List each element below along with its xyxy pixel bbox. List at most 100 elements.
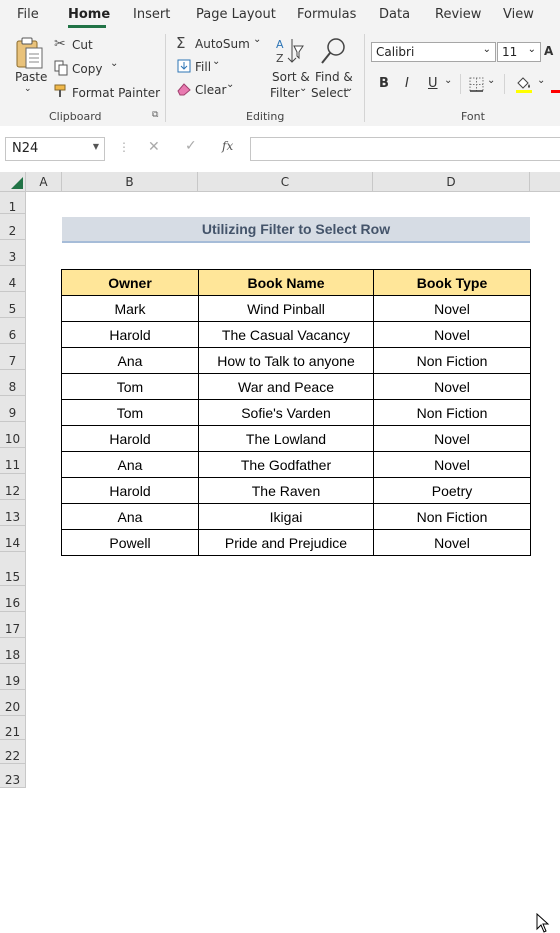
table-row: Ana Ikigai Non Fiction	[61, 503, 531, 530]
row-header[interactable]: 23	[0, 764, 26, 788]
row-header[interactable]: 21	[0, 716, 26, 740]
clipboard-dialog-launcher-icon[interactable]: ⧉	[152, 110, 158, 120]
column-header-b[interactable]: B	[62, 172, 198, 192]
row-header[interactable]: 10	[0, 422, 26, 448]
header-book-type[interactable]: Book Type	[373, 269, 531, 296]
owner-cell[interactable]: Harold	[61, 477, 199, 504]
book-type-cell[interactable]: Non Fiction	[373, 399, 531, 426]
row-header[interactable]: 6	[0, 318, 26, 344]
row-header[interactable]: 16	[0, 586, 26, 612]
select-all-triangle-icon	[11, 177, 23, 189]
book-name-cell[interactable]: War and Peace	[198, 373, 374, 400]
book-type-cell[interactable]: Novel	[373, 295, 531, 322]
header-book-name[interactable]: Book Name	[198, 269, 374, 296]
book-name-cell[interactable]: The Lowland	[198, 425, 374, 452]
paste-label: Paste	[15, 70, 48, 84]
book-type-cell[interactable]: Non Fiction	[373, 347, 531, 374]
header-owner[interactable]: Owner	[61, 269, 199, 296]
book-name-cell[interactable]: Sofie's Varden	[198, 399, 374, 426]
owner-cell[interactable]: Ana	[61, 451, 199, 478]
insert-function-button[interactable]: fx	[222, 139, 233, 153]
column-header-d[interactable]: D	[373, 172, 530, 192]
book-type-cell[interactable]: Non Fiction	[373, 503, 531, 530]
owner-cell[interactable]: Tom	[61, 373, 199, 400]
book-name-cell[interactable]: How to Talk to anyone	[198, 347, 374, 374]
book-type-cell[interactable]: Novel	[373, 373, 531, 400]
select-all-corner[interactable]	[0, 172, 26, 192]
owner-cell[interactable]: Harold	[61, 321, 199, 348]
borders-icon[interactable]	[469, 77, 484, 92]
tab-page-layout[interactable]: Page Layout	[196, 7, 276, 22]
tab-data[interactable]: Data	[379, 7, 410, 22]
fill-chevron-down-icon: ⌄	[212, 56, 221, 67]
book-type-cell[interactable]: Novel	[373, 529, 531, 556]
tab-view[interactable]: View	[503, 7, 534, 22]
font-color-icon[interactable]	[551, 74, 560, 94]
fill-down-icon	[177, 59, 191, 73]
tab-formulas[interactable]: Formulas	[297, 7, 356, 22]
row-header[interactable]: 17	[0, 612, 26, 638]
fill-color-icon[interactable]	[514, 74, 534, 94]
book-name-cell[interactable]: The Raven	[198, 477, 374, 504]
formula-input[interactable]	[250, 137, 560, 161]
tab-insert[interactable]: Insert	[133, 7, 170, 22]
underline-button[interactable]: U	[428, 76, 438, 91]
owner-cell[interactable]: Ana	[61, 503, 199, 530]
row-header[interactable]: 5	[0, 292, 26, 318]
book-type-cell[interactable]: Poetry	[373, 477, 531, 504]
book-type-cell[interactable]: Novel	[373, 425, 531, 452]
enter-check-icon[interactable]: ✓	[185, 138, 197, 154]
table-row: Harold The Casual Vacancy Novel	[61, 321, 531, 348]
row-header[interactable]: 1	[0, 192, 26, 214]
owner-cell[interactable]: Powell	[61, 529, 199, 556]
tab-home[interactable]: Home	[68, 7, 110, 22]
book-name-cell[interactable]: Pride and Prejudice	[198, 529, 374, 556]
row-header[interactable]: 7	[0, 344, 26, 370]
row-header[interactable]: 13	[0, 500, 26, 526]
fill-label: Fill	[195, 60, 212, 74]
owner-cell[interactable]: Tom	[61, 399, 199, 426]
row-header[interactable]: 8	[0, 370, 26, 396]
book-name-cell[interactable]: The Godfather	[198, 451, 374, 478]
column-header-a[interactable]: A	[26, 172, 62, 192]
tab-file[interactable]: File	[17, 7, 39, 22]
row-header[interactable]: 2	[0, 214, 26, 240]
sheet-title[interactable]: Utilizing Filter to Select Row	[62, 217, 530, 243]
row-header[interactable]: 19	[0, 664, 26, 690]
row-header[interactable]: 18	[0, 638, 26, 664]
row-header[interactable]: 15	[0, 552, 26, 586]
column-header-e[interactable]	[530, 172, 560, 192]
magnifier-icon	[321, 38, 345, 64]
row-header[interactable]: 12	[0, 474, 26, 500]
owner-cell[interactable]: Mark	[61, 295, 199, 322]
book-name-cell[interactable]: The Casual Vacancy	[198, 321, 374, 348]
row-header[interactable]: 9	[0, 396, 26, 422]
bold-button[interactable]: B	[379, 76, 389, 91]
underline-chevron-down-icon: ⌄	[444, 75, 453, 86]
row-header[interactable]: 3	[0, 240, 26, 266]
row-header[interactable]: 22	[0, 740, 26, 764]
font-name-select[interactable]: Calibri ⌄	[371, 42, 496, 62]
cancel-icon[interactable]: ✕	[148, 139, 160, 155]
row-header[interactable]: 4	[0, 266, 26, 292]
book-type-cell[interactable]: Novel	[373, 451, 531, 478]
ribbon: Paste ⌄ ✂ Cut Copy ⌄ Format Painter Clip…	[0, 30, 560, 127]
owner-cell[interactable]: Harold	[61, 425, 199, 452]
font-size-select[interactable]: 11 ⌄	[497, 42, 541, 62]
row-header[interactable]: 14	[0, 526, 26, 552]
italic-button[interactable]: I	[405, 76, 409, 91]
book-name-cell[interactable]: Ikigai	[198, 503, 374, 530]
increase-font-size-icon[interactable]: A	[544, 44, 553, 58]
tab-review[interactable]: Review	[435, 7, 481, 22]
book-table: Owner Book Name Book Type Mark Wind Pinba…	[61, 269, 531, 556]
column-header-c[interactable]: C	[198, 172, 373, 192]
row-header[interactable]: 20	[0, 690, 26, 716]
row-header[interactable]: 11	[0, 448, 26, 474]
name-box[interactable]: N24 ▼	[5, 137, 105, 161]
find-select-label-2: Select	[311, 86, 349, 100]
font-name-chevron-down-icon: ⌄	[482, 44, 491, 55]
owner-cell[interactable]: Ana	[61, 347, 199, 374]
format-painter-label: Format Painter	[72, 86, 161, 100]
book-name-cell[interactable]: Wind Pinball	[198, 295, 374, 322]
book-type-cell[interactable]: Novel	[373, 321, 531, 348]
